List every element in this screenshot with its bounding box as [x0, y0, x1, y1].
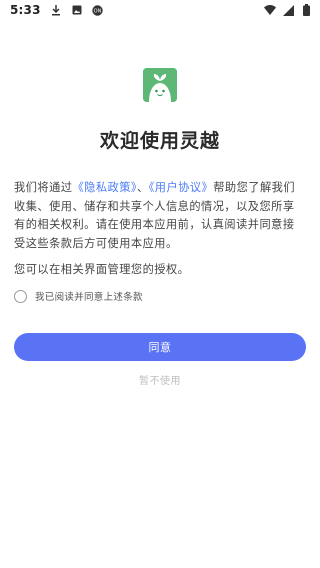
svg-text:ON: ON: [94, 8, 102, 14]
wifi-icon: [264, 4, 276, 16]
agreement-intro: 我们将通过: [14, 181, 73, 194]
notification-badge-icon: ON: [92, 4, 104, 16]
download-icon: [50, 4, 62, 16]
consent-checkbox[interactable]: [14, 289, 27, 303]
agreement-text: 我们将通过《隐私政策》、《用户协议》帮助您了解我们收集、使用、储存和共享个人信息…: [14, 179, 306, 253]
app-logo: [143, 68, 177, 102]
sprout-face-icon: [143, 68, 177, 102]
authorization-note: 您可以在相关界面管理您的授权。: [14, 263, 190, 276]
agree-button[interactable]: 同意: [14, 333, 306, 361]
signal-icon: [282, 4, 294, 16]
consent-checkbox-label[interactable]: 我已阅读并同意上述条款: [35, 289, 143, 303]
image-icon: [71, 4, 83, 16]
status-bar: 5:33 ON: [0, 0, 320, 20]
status-left: 5:33 ON: [10, 3, 104, 17]
decline-link[interactable]: 暂不使用: [0, 372, 320, 387]
status-time: 5:33: [10, 3, 41, 17]
battery-icon: [300, 4, 312, 16]
user-agreement-link[interactable]: 《用户协议》: [149, 181, 214, 194]
agreement-separator: 、: [136, 181, 149, 194]
privacy-policy-link[interactable]: 《隐私政策》: [72, 181, 137, 194]
page-title: 欢迎使用灵越: [99, 130, 220, 152]
status-right: [264, 4, 312, 16]
consent-checkbox-row[interactable]: 我已阅读并同意上述条款: [14, 288, 143, 304]
